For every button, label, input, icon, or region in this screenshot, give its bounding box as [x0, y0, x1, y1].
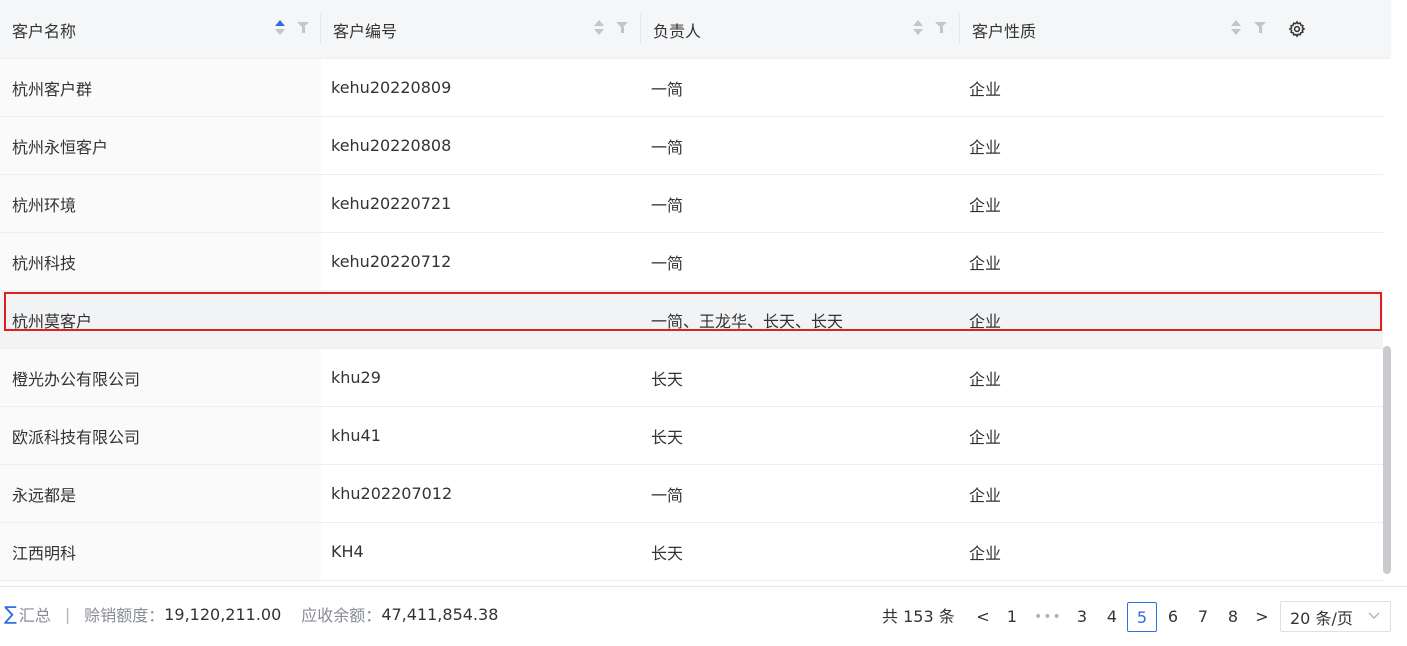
- column-header-name[interactable]: 客户名称: [0, 0, 321, 59]
- table-header: 客户名称 客户编号 负责人 客户性质: [0, 0, 1391, 59]
- table-row[interactable]: 永远都是 khu202207012 一简 企业: [0, 465, 1383, 523]
- cell-owner: 一简: [651, 79, 684, 99]
- customer-table: 客户名称 客户编号 负责人 客户性质 杭州客户群 kehu20220809 一简…: [0, 0, 1391, 586]
- cell-name: 杭州科技: [12, 253, 77, 273]
- table-footer: ∑ 汇总 | 赊销额度： 19,120,211.00 应收余额： 47,411,…: [0, 586, 1407, 646]
- cell-code: KH4: [331, 542, 364, 561]
- column-label: 客户名称: [12, 21, 77, 41]
- cell-code: khu202207012: [331, 484, 453, 503]
- page-button[interactable]: 6: [1164, 602, 1182, 632]
- cell-code: kehu20220721: [331, 194, 452, 213]
- table-row[interactable]: 杭州永恒客户 kehu20220808 一简 企业: [0, 117, 1383, 175]
- gear-icon[interactable]: [1288, 20, 1306, 38]
- sort-icon[interactable]: [1231, 20, 1241, 38]
- next-page-button[interactable]: >: [1254, 602, 1270, 632]
- cell-type: 企业: [969, 195, 1002, 215]
- table-row-selected[interactable]: 杭州莫客户 一简、王龙华、长天、长天 企业: [0, 291, 1383, 349]
- cell-type: 企业: [969, 311, 1002, 331]
- column-header-code[interactable]: 客户编号: [321, 0, 641, 59]
- filter-icon[interactable]: [616, 22, 628, 34]
- table-row[interactable]: 杭州科技 kehu20220712 一简 企业: [0, 233, 1383, 291]
- cell-owner: 长天: [651, 427, 684, 447]
- sort-icon[interactable]: [913, 20, 923, 38]
- cell-name: 永远都是: [12, 485, 77, 505]
- vertical-scrollbar[interactable]: [1383, 346, 1391, 574]
- page-button[interactable]: 3: [1073, 602, 1091, 632]
- cell-code: kehu20220808: [331, 136, 452, 155]
- table-row[interactable]: 欧派科技有限公司 khu41 长天 企业: [0, 407, 1383, 465]
- current-page-button[interactable]: 5: [1127, 602, 1157, 632]
- cell-code: khu29: [331, 368, 381, 387]
- cell-owner: 一简: [651, 137, 684, 157]
- sort-icon[interactable]: [275, 20, 285, 38]
- cell-code: khu41: [331, 426, 381, 445]
- cell-type: 企业: [969, 485, 1002, 505]
- cell-owner: 一简: [651, 195, 684, 215]
- cell-type: 企业: [969, 253, 1002, 273]
- cell-name: 杭州永恒客户: [12, 137, 109, 157]
- sort-icon[interactable]: [594, 20, 604, 38]
- pagination-total: 共 153 条: [882, 607, 955, 626]
- cell-owner: 一简: [651, 485, 684, 505]
- page-button[interactable]: 4: [1103, 602, 1121, 632]
- cell-type: 企业: [969, 137, 1002, 157]
- chevron-down-icon: [1367, 608, 1381, 625]
- ellipsis-icon[interactable]: •••: [1034, 602, 1061, 632]
- prev-page-button[interactable]: <: [975, 602, 991, 632]
- filter-icon[interactable]: [935, 22, 947, 34]
- cell-owner: 一简: [651, 253, 684, 273]
- filter-icon[interactable]: [297, 22, 309, 34]
- cell-name: 杭州莫客户: [12, 311, 93, 331]
- cell-owner: 长天: [651, 543, 684, 563]
- column-label: 负责人: [653, 21, 702, 41]
- pagination: 共 153 条 < 1 ••• 3 4 5 6 7 8 >: [0, 602, 1280, 632]
- column-header-owner[interactable]: 负责人: [641, 0, 960, 59]
- column-header-type[interactable]: 客户性质: [960, 0, 1280, 59]
- cell-type: 企业: [969, 427, 1002, 447]
- cell-name: 欧派科技有限公司: [12, 427, 141, 447]
- cell-type: 企业: [969, 543, 1002, 563]
- page-button[interactable]: 8: [1224, 602, 1242, 632]
- cell-name: 杭州客户群: [12, 79, 93, 99]
- cell-type: 企业: [969, 79, 1002, 99]
- table-row[interactable]: 江西明科 KH4 长天 企业: [0, 523, 1383, 581]
- filter-icon[interactable]: [1254, 22, 1266, 34]
- page-size-value: 20 条/页: [1290, 608, 1353, 628]
- cell-code: kehu20220809: [331, 78, 452, 97]
- table-row[interactable]: 橙光办公有限公司 khu29 长天 企业: [0, 349, 1383, 407]
- page-button[interactable]: 7: [1194, 602, 1212, 632]
- table-row[interactable]: 杭州客户群 kehu20220809 一简 企业: [0, 59, 1383, 117]
- page-button[interactable]: 1: [1004, 602, 1020, 632]
- cell-code: kehu20220712: [331, 252, 452, 271]
- column-label: 客户编号: [333, 21, 398, 41]
- cell-type: 企业: [969, 369, 1002, 389]
- cell-owner: 长天: [651, 369, 684, 389]
- page-size-select[interactable]: 20 条/页: [1280, 601, 1391, 632]
- cell-name: 江西明科: [12, 543, 77, 563]
- column-label: 客户性质: [972, 21, 1037, 41]
- cell-owner: 一简、王龙华、长天、长天: [651, 311, 844, 331]
- table-row[interactable]: 杭州环境 kehu20220721 一简 企业: [0, 175, 1383, 233]
- cell-name: 杭州环境: [12, 195, 77, 215]
- cell-name: 橙光办公有限公司: [12, 369, 141, 389]
